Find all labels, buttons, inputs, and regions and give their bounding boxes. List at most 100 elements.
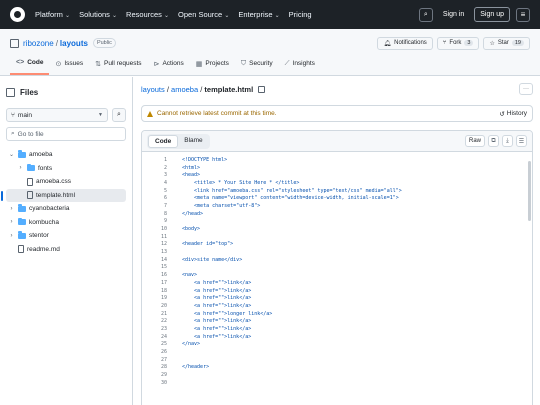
code-line: 2 <html> [142,164,532,172]
tab-security[interactable]: ⛉ Security [235,55,279,75]
line-number[interactable]: 22 [142,318,182,324]
line-number[interactable]: 13 [142,249,182,255]
line-number[interactable]: 26 [142,349,182,355]
chevron-down-icon: ⌄ [8,152,15,159]
line-number[interactable]: 3 [142,172,182,178]
line-number[interactable]: 21 [142,311,182,317]
line-number[interactable]: 25 [142,341,182,347]
blame-tab-button[interactable]: Blame [178,135,208,148]
notifications-button[interactable]: 🔔︎ Notifications [377,36,433,50]
line-content: <meta name="viewport" content="width=dev… [182,195,399,202]
line-number[interactable]: 28 [142,364,182,370]
sidebar-collapse-icon[interactable] [6,87,15,97]
folder-icon [18,150,26,158]
tab-issues[interactable]: ⊙ Issues [49,55,89,75]
tab-projects[interactable]: ▦ Projects [190,55,235,75]
nav-enterprise[interactable]: Enterprise ⌄ [238,10,279,19]
line-number[interactable]: 6 [142,195,182,201]
repo-name-link[interactable]: layouts [60,39,88,48]
tree-item[interactable]: › fonts [6,162,126,176]
tree-item[interactable]: readme.md [6,243,126,257]
top-nav: Platform ⌄ Solutions ⌄ Resources ⌄ Open … [0,0,540,29]
tab-insights[interactable]: ⟋ Insights [279,55,321,75]
line-number[interactable]: 15 [142,264,182,270]
tab-code[interactable]: <> Code [10,55,50,75]
repo-owner-link[interactable]: ribozone [23,39,54,48]
scrollbar[interactable] [528,161,531,221]
breadcrumb-repo-link[interactable]: layouts [141,85,165,94]
copy-icon[interactable] [258,85,266,93]
download-icon[interactable]: ⤓ [502,135,513,147]
repo-header: ribozone / layouts Public 🔔︎ Notification… [0,29,540,76]
line-number[interactable]: 8 [142,211,182,217]
tab-pull-requests[interactable]: ⇅ Pull requests [89,55,147,75]
line-number[interactable]: 18 [142,288,182,294]
line-number[interactable]: 2 [142,165,182,171]
sign-up-button[interactable]: Sign up [474,7,510,22]
line-number[interactable]: 19 [142,295,182,301]
tree-item[interactable]: › stentor [6,229,126,243]
tree-item[interactable]: ⌄ amoeba [6,148,126,162]
breadcrumb-folder-link[interactable]: amoeba [171,85,198,94]
code-tab-button[interactable]: Code [148,134,179,148]
line-number[interactable]: 7 [142,203,182,209]
line-number[interactable]: 5 [142,188,182,194]
search-icon[interactable]: ⌕ [112,108,126,122]
code-line: 26 [142,348,532,356]
line-number[interactable]: 14 [142,257,182,263]
menu-icon[interactable]: ≡ [516,7,530,22]
line-number[interactable]: 27 [142,357,182,363]
line-number[interactable]: 4 [142,180,182,186]
nav-pricing[interactable]: Pricing [289,10,312,19]
github-logo-icon[interactable] [10,7,25,22]
nav-resources[interactable]: Resources ⌄ [126,10,169,19]
search-icon[interactable]: ⌕ [418,7,433,22]
branch-select[interactable]: ⑂ main ▼ [6,108,108,122]
line-number[interactable]: 20 [142,303,182,309]
line-content: <a href="">longer link</a> [182,310,273,317]
star-button[interactable]: ☆ Star 19 [483,36,530,50]
separator: / [55,38,58,48]
line-number[interactable]: 17 [142,280,182,286]
folder-icon [18,217,26,226]
line-number[interactable]: 30 [142,380,182,386]
line-number[interactable]: 11 [142,234,182,240]
more-options-icon[interactable]: ··· [519,83,533,95]
go-to-file-input[interactable]: ⌕ Go to file [6,127,126,141]
line-number[interactable]: 1 [142,157,182,163]
line-number[interactable]: 24 [142,334,182,340]
tree-item[interactable]: › cyanobacteria [6,202,126,216]
nav-solutions[interactable]: Solutions ⌄ [79,10,117,19]
fork-button[interactable]: ⑂ Fork 3 [436,36,480,50]
line-content: <a href="">link</a> [182,287,252,294]
branch-icon: ⑂ [11,111,15,119]
nav-open-source[interactable]: Open Source ⌄ [178,10,229,19]
line-content: <a href="">link</a> [182,279,252,286]
sign-in-link[interactable]: Sign in [439,11,468,18]
line-number[interactable]: 10 [142,226,182,232]
code-line: 18 <a href="">link</a> [142,287,532,295]
line-number[interactable]: 29 [142,372,182,378]
tree-item-label: cyanobacteria [29,205,70,213]
chevron-right-icon: › [10,205,13,212]
line-number[interactable]: 12 [142,241,182,247]
tree-item[interactable]: template.html [1,188,126,202]
history-button[interactable]: ↺ History [499,110,527,118]
code-line: 1 <!DOCTYPE html> [142,156,532,164]
code-viewer: Code Blame Raw ⧉ ⤓ ☰ 1 <!DOCTYPE html> 2 <h… [141,130,533,405]
line-number[interactable]: 9 [142,218,182,224]
line-content: <a href="">link</a> [182,302,252,309]
code-lines: 1 <!DOCTYPE html> 2 <html> 3 <head> 4 <title> … [142,152,532,387]
tree-item[interactable]: amoeba.css [6,175,126,189]
tree-item[interactable]: › kombucha [6,216,126,230]
raw-button[interactable]: Raw [464,135,485,147]
line-number[interactable]: 16 [142,272,182,278]
nav-platform[interactable]: Platform ⌄ [35,10,70,19]
triangle-down-icon: ▼ [98,112,103,118]
code-line: 27 [142,356,532,364]
line-content: <a href="">link</a> [182,333,252,340]
line-number[interactable]: 23 [142,326,182,332]
tab-actions[interactable]: ⊳ Actions [148,55,190,75]
symbols-panel-icon[interactable]: ☰ [516,135,527,147]
copy-raw-icon[interactable]: ⧉ [488,135,499,147]
